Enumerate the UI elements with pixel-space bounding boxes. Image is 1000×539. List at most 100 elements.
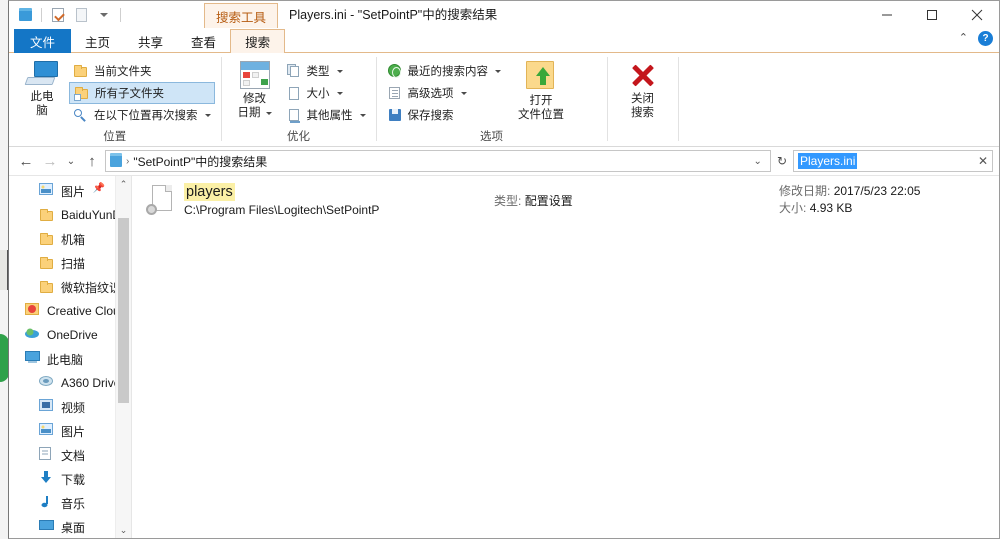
current-folder-button[interactable]: 当前文件夹 bbox=[69, 60, 215, 82]
sidebar-item-fingerprint[interactable]: 微软指纹识别 bbox=[9, 275, 131, 299]
table-row[interactable]: players C:\Program Files\Logitech\SetPoi… bbox=[132, 176, 999, 220]
search-input[interactable]: Players.ini bbox=[798, 153, 858, 169]
date-modified-button[interactable]: 修改 日期 bbox=[228, 58, 282, 120]
sidebar-item-label: 图片 bbox=[61, 424, 86, 439]
chevron-down-icon[interactable] bbox=[495, 69, 501, 73]
up-button[interactable]: ↑ bbox=[81, 150, 103, 172]
contextual-tool-label: 搜索工具 bbox=[204, 3, 278, 28]
sidebar-item-label: 音乐 bbox=[61, 496, 86, 511]
sidebar-item-pictures[interactable]: 图片 bbox=[9, 419, 131, 443]
tab-file[interactable]: 文件 bbox=[14, 29, 72, 53]
this-pc-button[interactable]: 此电 脑 bbox=[15, 58, 69, 118]
help-icon[interactable]: ? bbox=[978, 31, 993, 46]
chevron-down-icon[interactable] bbox=[460, 91, 467, 95]
sidebar-item-baiduyundownload[interactable]: BaiduYunDown bbox=[9, 203, 131, 227]
properties-icon[interactable] bbox=[48, 5, 68, 25]
recent-searches-icon bbox=[387, 63, 403, 79]
refine-small-buttons: 类型 大小 其他属性 bbox=[282, 58, 370, 126]
type-key: 类型: bbox=[494, 193, 522, 208]
screenshot-root: 搜索工具 Players.ini - "SetPointP"中的搜索结果 文件 … bbox=[0, 0, 1000, 539]
new-folder-icon[interactable] bbox=[71, 5, 91, 25]
sidebar-item-jixiang[interactable]: 机箱 bbox=[9, 227, 131, 251]
kind-button[interactable]: 类型 bbox=[282, 60, 370, 82]
customize-caret-icon[interactable] bbox=[94, 5, 114, 25]
sidebar-item-pictures-quick[interactable]: 图片 bbox=[9, 179, 131, 203]
other-properties-button[interactable]: 其他属性 bbox=[282, 104, 370, 126]
forward-button[interactable]: → bbox=[39, 150, 61, 172]
close-search-icon bbox=[628, 61, 658, 89]
save-search-button[interactable]: 保存搜索 bbox=[383, 104, 506, 126]
folder-icon[interactable] bbox=[15, 5, 35, 25]
chevron-down-icon[interactable] bbox=[204, 113, 211, 117]
advanced-options-icon bbox=[387, 85, 403, 101]
minimize-button[interactable] bbox=[864, 1, 909, 29]
recent-locations-icon[interactable]: ⌄ bbox=[63, 150, 79, 172]
folder-icon bbox=[73, 63, 89, 79]
folder-icon bbox=[39, 279, 55, 295]
sidebar-item-label: 扫描 bbox=[61, 256, 86, 271]
sidebar-item-saomiao[interactable]: 扫描 bbox=[9, 251, 131, 275]
sidebar-item-documents[interactable]: 文档 bbox=[9, 443, 131, 467]
open-file-location-button[interactable]: 打开 文件位置 bbox=[505, 58, 577, 122]
search-box[interactable]: Players.ini ✕ bbox=[793, 150, 993, 172]
sidebar-item-music[interactable]: 音乐 bbox=[9, 491, 131, 515]
folder-icon bbox=[39, 231, 55, 247]
videos-icon bbox=[39, 399, 55, 415]
folder-icon bbox=[39, 255, 55, 271]
address-bar[interactable]: › "SetPointP"中的搜索结果 ⌄ bbox=[105, 150, 771, 172]
sidebar-item-a360drive[interactable]: A360 Drive bbox=[9, 371, 131, 395]
sidebar-item-creative-cloud[interactable]: Creative Cloud F bbox=[9, 299, 131, 323]
calendar-icon bbox=[239, 61, 270, 89]
maximize-button[interactable] bbox=[909, 1, 954, 29]
sidebar-item-downloads[interactable]: 下载 bbox=[9, 467, 131, 491]
tab-search[interactable]: 搜索 bbox=[230, 29, 286, 53]
date-modified-value: 2017/5/23 22:05 bbox=[833, 184, 921, 198]
recent-searches-button[interactable]: 最近的搜索内容 bbox=[383, 60, 506, 82]
breadcrumb-separator: › bbox=[126, 155, 130, 167]
pin-icon[interactable]: 📌 bbox=[93, 183, 105, 194]
close-button[interactable] bbox=[954, 1, 999, 29]
results-scrollbar-track[interactable] bbox=[995, 176, 999, 538]
sidebar-item-videos[interactable]: 视频 bbox=[9, 395, 131, 419]
size-button[interactable]: 大小 bbox=[282, 82, 370, 104]
tab-share[interactable]: 共享 bbox=[124, 29, 177, 53]
file-path: C:\Program Files\Logitech\SetPointP bbox=[184, 203, 380, 217]
scrollbar-thumb[interactable] bbox=[118, 218, 129, 403]
sidebar-item-label: 文档 bbox=[61, 448, 86, 463]
sidebar-item-onedrive[interactable]: OneDrive bbox=[9, 323, 131, 347]
refresh-icon[interactable]: ↻ bbox=[773, 154, 791, 168]
sidebar-item-this-pc[interactable]: 此电脑 bbox=[9, 347, 131, 371]
ribbon-group-close: 关闭 搜索 bbox=[608, 53, 678, 147]
open-file-location-label-line1: 打开 bbox=[529, 95, 553, 107]
close-icon[interactable]: ✕ bbox=[978, 154, 988, 168]
close-search-label-line1: 关闭 bbox=[631, 93, 654, 105]
close-search-label-line2: 搜索 bbox=[631, 107, 654, 119]
file-explorer-window: 搜索工具 Players.ini - "SetPointP"中的搜索结果 文件 … bbox=[8, 0, 1000, 539]
divider bbox=[41, 8, 42, 22]
chevron-down-icon[interactable] bbox=[336, 91, 343, 95]
tab-home[interactable]: 主页 bbox=[71, 29, 124, 53]
folder-icon bbox=[39, 207, 55, 223]
scroll-up-icon[interactable]: ⌃ bbox=[116, 176, 131, 192]
chevron-down-icon[interactable] bbox=[265, 111, 272, 115]
close-search-button[interactable]: 关闭 搜索 bbox=[614, 58, 672, 120]
all-subfolders-button[interactable]: 所有子文件夹 bbox=[69, 82, 215, 104]
date-modified-key: 修改日期: bbox=[779, 184, 831, 198]
chevron-down-icon[interactable] bbox=[359, 113, 366, 117]
documents-icon bbox=[39, 447, 55, 463]
advanced-options-button[interactable]: 高级选项 bbox=[383, 82, 506, 104]
collapse-ribbon-icon[interactable]: ⌃ bbox=[959, 33, 968, 44]
chevron-down-icon[interactable] bbox=[336, 69, 343, 73]
size-label: 大小 bbox=[306, 88, 330, 100]
navigation-pane-scrollbar[interactable]: ⌃ ⌄ bbox=[115, 176, 131, 538]
tab-view[interactable]: 查看 bbox=[177, 29, 230, 53]
ribbon-tabs: 文件 主页 共享 查看 搜索 bbox=[14, 29, 286, 53]
back-button[interactable]: ← bbox=[15, 150, 37, 172]
search-again-in-button[interactable]: 在以下位置再次搜索 bbox=[69, 104, 215, 126]
sidebar-item-label: 下载 bbox=[61, 472, 86, 487]
chevron-down-icon[interactable]: ⌄ bbox=[750, 156, 766, 167]
sidebar-item-desktop[interactable]: 桌面 bbox=[9, 515, 131, 538]
size-row: 大小: 4.93 KB bbox=[779, 200, 989, 217]
scroll-down-icon[interactable]: ⌄ bbox=[116, 522, 131, 538]
current-folder-label: 当前文件夹 bbox=[94, 66, 152, 78]
